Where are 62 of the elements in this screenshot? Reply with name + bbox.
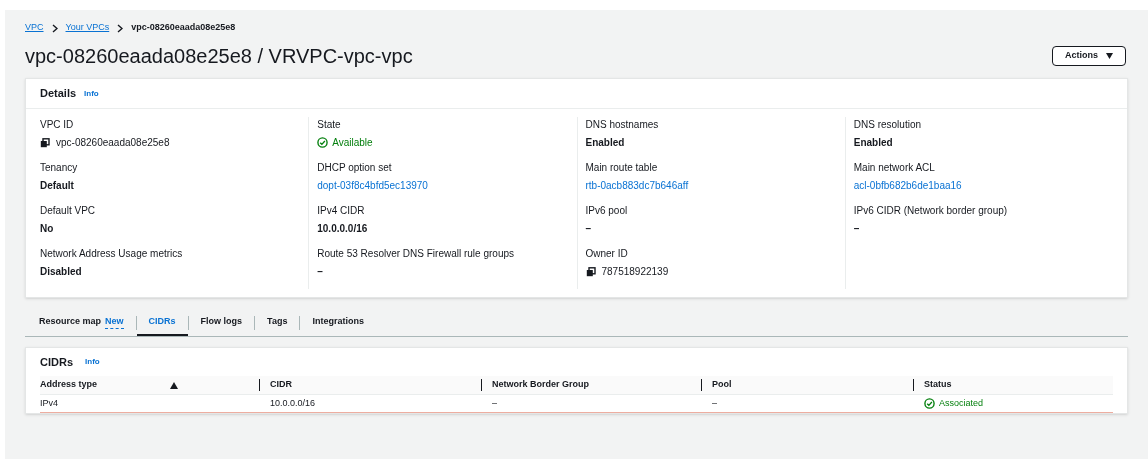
- field-label: IPv6 CIDR (Network border group): [853, 204, 1009, 218]
- table-cell-text: –: [712, 396, 717, 410]
- field-label: DNS resolution: [853, 118, 922, 132]
- column-header[interactable]: Network Border Group: [482, 376, 702, 395]
- breadcrumb-link[interactable]: VPC: [25, 21, 44, 35]
- field-label: Network Address Usage metrics: [40, 247, 184, 261]
- field-value: vpc-08260eaada08e25e8: [56, 136, 170, 150]
- field-label: IPv4 CIDR: [317, 204, 366, 218]
- field-label: IPv6 pool: [585, 204, 629, 218]
- field-value: No: [40, 222, 55, 236]
- field-label: DHCP option set: [317, 161, 393, 175]
- field-link[interactable]: dopt-03f8c4bfd5ec13970: [317, 178, 577, 193]
- column-header[interactable]: Address type: [40, 376, 260, 395]
- column-header[interactable]: CIDR: [260, 376, 482, 395]
- check-circle-icon: [924, 398, 935, 409]
- field-label: Main route table: [585, 161, 659, 175]
- field-label: Route 53 Resolver DNS Firewall rule groups: [317, 247, 515, 261]
- copy-icon[interactable]: [40, 137, 50, 148]
- field-value: –: [853, 222, 861, 236]
- section-title: Details: [40, 86, 77, 102]
- breadcrumb-link[interactable]: Your VPCs: [65, 21, 110, 35]
- check-circle-icon: [317, 137, 329, 148]
- info-link[interactable]: Info: [84, 87, 99, 100]
- field-label: State: [317, 118, 342, 132]
- tab[interactable]: Tags: [255, 310, 300, 336]
- actions-button[interactable]: Actions: [1052, 46, 1126, 66]
- chevron-right-icon: [51, 23, 58, 33]
- column-header[interactable]: Status: [914, 376, 1113, 395]
- new-badge: New: [105, 314, 124, 330]
- field-label: VPC ID: [40, 118, 75, 132]
- table-cell-text: 10.0.0.0/16: [270, 396, 316, 410]
- table-cell-text: –: [492, 396, 497, 410]
- field-label: Tenancy: [40, 161, 79, 175]
- field-value: Disabled: [40, 265, 83, 279]
- field-value: –: [317, 265, 324, 279]
- status-text: Associated: [939, 396, 984, 410]
- field-label: Default VPC: [40, 204, 97, 218]
- breadcrumb-current: vpc-08260eaada08e25e8: [131, 21, 236, 35]
- field-label: Main network ACL: [853, 161, 936, 175]
- table-cell-text: IPv4: [40, 396, 58, 410]
- tab[interactable]: Resource map New: [39, 310, 136, 336]
- column-header[interactable]: Pool: [702, 376, 914, 395]
- field-label: Owner ID: [585, 247, 629, 261]
- field-value: 787518922139: [601, 265, 669, 279]
- field-value: Enabled: [853, 136, 894, 150]
- field-value: –: [585, 222, 593, 236]
- field-link[interactable]: acl-0bfb682b6de1baa16: [853, 178, 1113, 193]
- info-link[interactable]: Info: [85, 356, 100, 368]
- field-value: 10.0.0.0/16: [317, 222, 369, 236]
- field-link[interactable]: rtb-0acb883dc7b646aff: [585, 178, 845, 193]
- caret-down-icon: [1106, 53, 1113, 59]
- tab[interactable]: Integrations: [300, 310, 376, 336]
- chevron-right-icon: [117, 23, 124, 33]
- field-label: DNS hostnames: [585, 118, 660, 132]
- status-text: Available: [332, 136, 373, 150]
- page-title: vpc-08260eaada08e25e8 / VRVPC-vpc-vpc: [25, 44, 413, 69]
- section-title: CIDRs: [40, 354, 73, 370]
- copy-icon[interactable]: [585, 266, 596, 277]
- field-value: Enabled: [585, 136, 626, 150]
- sort-ascending-icon: [170, 381, 178, 389]
- field-value: Default: [40, 179, 75, 193]
- tab[interactable]: Flow logs: [188, 310, 255, 336]
